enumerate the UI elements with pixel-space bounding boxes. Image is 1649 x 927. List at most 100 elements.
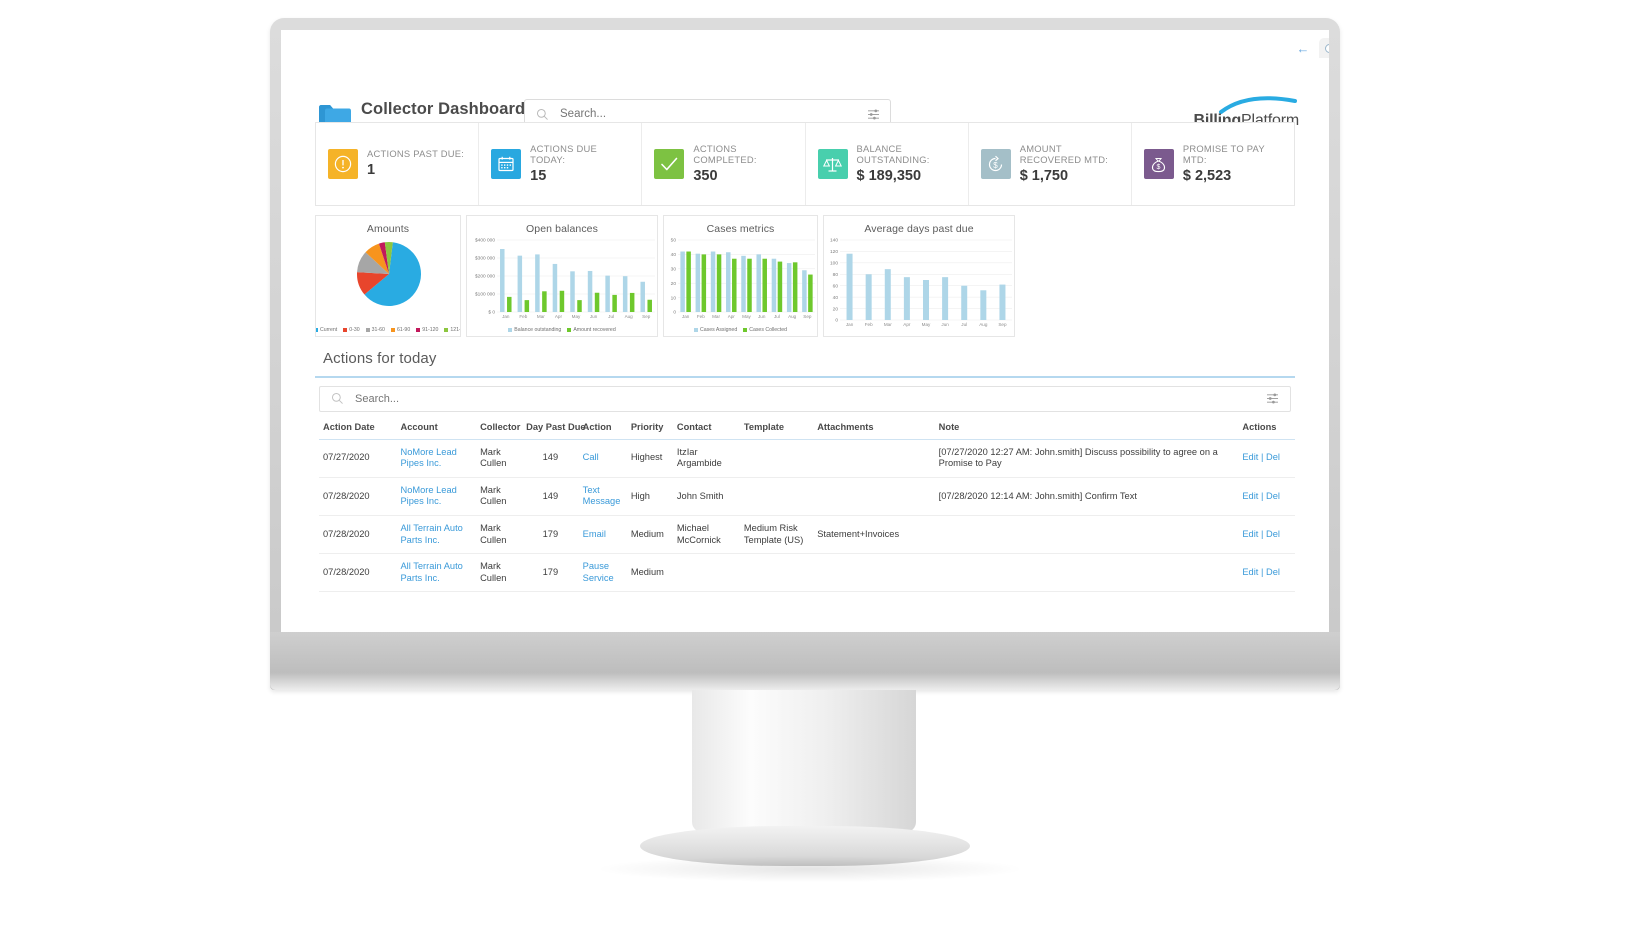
col-account[interactable]: Account xyxy=(396,421,477,440)
svg-text:Sep: Sep xyxy=(998,322,1007,327)
cell-attachments: Statement+Invoices xyxy=(813,515,935,555)
kpi-balance-outstanding[interactable]: BALANCE OUTSTANDING: $ 189,350 xyxy=(806,123,969,205)
cell-actions[interactable]: Edit | Del xyxy=(1238,553,1295,593)
svg-text:$ 0: $ 0 xyxy=(488,310,495,316)
legend-item: Amount recovered xyxy=(567,327,616,333)
legend-swatch xyxy=(444,328,449,332)
table-row[interactable]: 07/28/2020 All Terrain Auto Parts Inc. Mar… xyxy=(319,553,1295,593)
legend-label: 0-30 xyxy=(349,327,360,333)
delete-link[interactable]: Del xyxy=(1266,567,1280,577)
filter-icon[interactable] xyxy=(1266,393,1279,404)
account-link[interactable]: All Terrain Auto Parts Inc. xyxy=(400,561,462,583)
cell-account[interactable]: All Terrain Auto Parts Inc. xyxy=(396,515,477,555)
cell-account[interactable]: NoMore Lead Pipes Inc. xyxy=(396,477,477,517)
table-row[interactable]: 07/28/2020 NoMore Lead Pipes Inc. Mark Cul… xyxy=(319,477,1295,517)
col-template[interactable]: Template xyxy=(739,421,814,440)
edit-link[interactable]: Edit xyxy=(1242,567,1258,577)
chart-title: Cases metrics xyxy=(706,223,775,235)
svg-text:$400 000: $400 000 xyxy=(475,238,495,244)
cell-day-past-due: 149 xyxy=(522,439,579,478)
bar-chart: $ 0 $100 000 $200 000 $300 000 $400 000 Jan Fe… xyxy=(475,238,655,319)
col-contact[interactable]: Contact xyxy=(672,421,740,440)
kpi-actions-completed[interactable]: ACTIONS COMPLETED: 350 xyxy=(642,123,806,205)
table-search-input[interactable] xyxy=(353,391,1266,406)
svg-text:Apr: Apr xyxy=(555,314,563,319)
cell-priority: High xyxy=(626,477,673,517)
svg-text:Aug: Aug xyxy=(979,322,988,327)
action-link[interactable]: Pause Service xyxy=(583,561,614,583)
col-action-date[interactable]: Action Date xyxy=(319,421,397,440)
account-link[interactable]: NoMore Lead Pipes Inc. xyxy=(400,447,456,469)
svg-text:Jun: Jun xyxy=(758,314,766,319)
svg-text:May: May xyxy=(742,314,751,319)
kpi-actions-due-today[interactable]: ACTIONS DUE TODAY: 15 xyxy=(479,123,643,205)
action-link[interactable]: Call xyxy=(583,452,599,462)
kpi-actions-past-due[interactable]: ACTIONS PAST DUE: 1 xyxy=(316,123,480,205)
browser-tab[interactable]: mark.cullen xyxy=(1319,38,1329,58)
cell-account[interactable]: NoMore Lead Pipes Inc. xyxy=(396,439,477,478)
col-actions[interactable]: Actions xyxy=(1238,421,1295,440)
search-icon xyxy=(536,108,548,120)
svg-text:80: 80 xyxy=(833,272,839,278)
svg-text:60: 60 xyxy=(833,283,839,289)
chart-cases-metrics[interactable]: Cases metrics 0 10 20 30 40 50 Jan Feb Mar Apr May… xyxy=(663,215,818,337)
chart-title: Amounts xyxy=(366,223,410,235)
col-action[interactable]: Action xyxy=(578,421,627,440)
cell-action-date: 07/28/2020 xyxy=(319,477,397,517)
cell-account[interactable]: All Terrain Auto Parts Inc. xyxy=(396,553,477,593)
cell-action[interactable]: Call xyxy=(578,439,627,478)
legend-label: 31-60 xyxy=(371,327,385,333)
bar-chart: 0 20 40 60 80 100 120 140 Jan Feb Mar Apr May Jun Jul A… xyxy=(830,238,1012,327)
col-collector[interactable]: Collector xyxy=(476,421,523,440)
action-link[interactable]: Text Message xyxy=(583,485,621,507)
kpi-promise-to-pay-mtd[interactable]: $ PROMISE TO PAY MTD: $ 2,523 xyxy=(1132,123,1294,205)
page-title: Collector Dashboard xyxy=(361,100,526,118)
delete-link[interactable]: Del xyxy=(1266,452,1280,462)
action-separator: | xyxy=(1258,567,1266,578)
col-priority[interactable]: Priority xyxy=(626,421,673,440)
edit-link[interactable]: Edit xyxy=(1242,491,1258,501)
search-icon xyxy=(331,393,343,404)
chart-legend: Cases Assigned Cases Collected xyxy=(664,327,817,333)
filter-icon[interactable] xyxy=(867,108,880,120)
legend-label: Cases Assigned xyxy=(700,327,738,333)
search-input[interactable] xyxy=(558,107,867,121)
cell-contact: ItzIar Argambide xyxy=(672,439,740,478)
chart-open-balances[interactable]: Open balances $ 0 $100 000 $200 000 $300 00… xyxy=(466,215,658,337)
svg-text:Apr: Apr xyxy=(903,322,911,327)
cell-action[interactable]: Text Message xyxy=(578,477,627,517)
chart-amounts[interactable]: Amounts Current 0-30 31-60 61-90 91-120 121+ xyxy=(315,215,461,337)
table-row[interactable]: 07/27/2020 NoMore Lead Pipes Inc. Mark Cul… xyxy=(319,439,1295,478)
col-attachments[interactable]: Attachments xyxy=(813,421,935,440)
cell-attachments xyxy=(813,439,935,478)
edit-link[interactable]: Edit xyxy=(1242,529,1258,539)
legend-item: 0-30 xyxy=(343,327,360,333)
cell-actions[interactable]: Edit | Del xyxy=(1238,515,1295,555)
table-search-box[interactable] xyxy=(319,385,1291,412)
table-row[interactable]: 07/28/2020 All Terrain Auto Parts Inc. Mar… xyxy=(319,515,1295,555)
account-link[interactable]: NoMore Lead Pipes Inc. xyxy=(400,485,456,507)
back-arrow-icon[interactable]: ← xyxy=(1294,42,1312,56)
chart-average-days-past-due[interactable]: Average days past due 0 20 40 60 80 100 120 140… xyxy=(823,215,1015,337)
table-header-row: Action Date Account Collector Day Past D… xyxy=(319,421,1295,440)
cell-template: Medium Risk Template (US) xyxy=(739,515,814,555)
cell-priority: Medium xyxy=(626,553,673,593)
svg-text:Feb: Feb xyxy=(697,314,705,319)
kpi-amount-recovered-mtd[interactable]: $ AMOUNT RECOVERED MTD: $ 1,750 xyxy=(969,123,1132,205)
cell-action[interactable]: Pause Service xyxy=(578,553,627,593)
col-note[interactable]: Note xyxy=(934,421,1239,440)
cell-actions[interactable]: Edit | Del xyxy=(1238,439,1295,478)
legend-swatch xyxy=(316,328,318,332)
svg-text:$300 000: $300 000 xyxy=(475,256,495,262)
action-link[interactable]: Email xyxy=(583,529,606,539)
legend-item: Cases Assigned xyxy=(694,327,737,333)
col-day-past-due[interactable]: Day Past Due xyxy=(522,421,586,440)
delete-link[interactable]: Del xyxy=(1266,491,1280,501)
delete-link[interactable]: Del xyxy=(1266,529,1280,539)
svg-text:Apr: Apr xyxy=(728,314,736,319)
cell-action[interactable]: Email xyxy=(578,515,627,555)
cell-actions[interactable]: Edit | Del xyxy=(1238,477,1295,517)
svg-text:Sep: Sep xyxy=(642,314,651,319)
account-link[interactable]: All Terrain Auto Parts Inc. xyxy=(400,523,462,545)
edit-link[interactable]: Edit xyxy=(1242,452,1258,462)
